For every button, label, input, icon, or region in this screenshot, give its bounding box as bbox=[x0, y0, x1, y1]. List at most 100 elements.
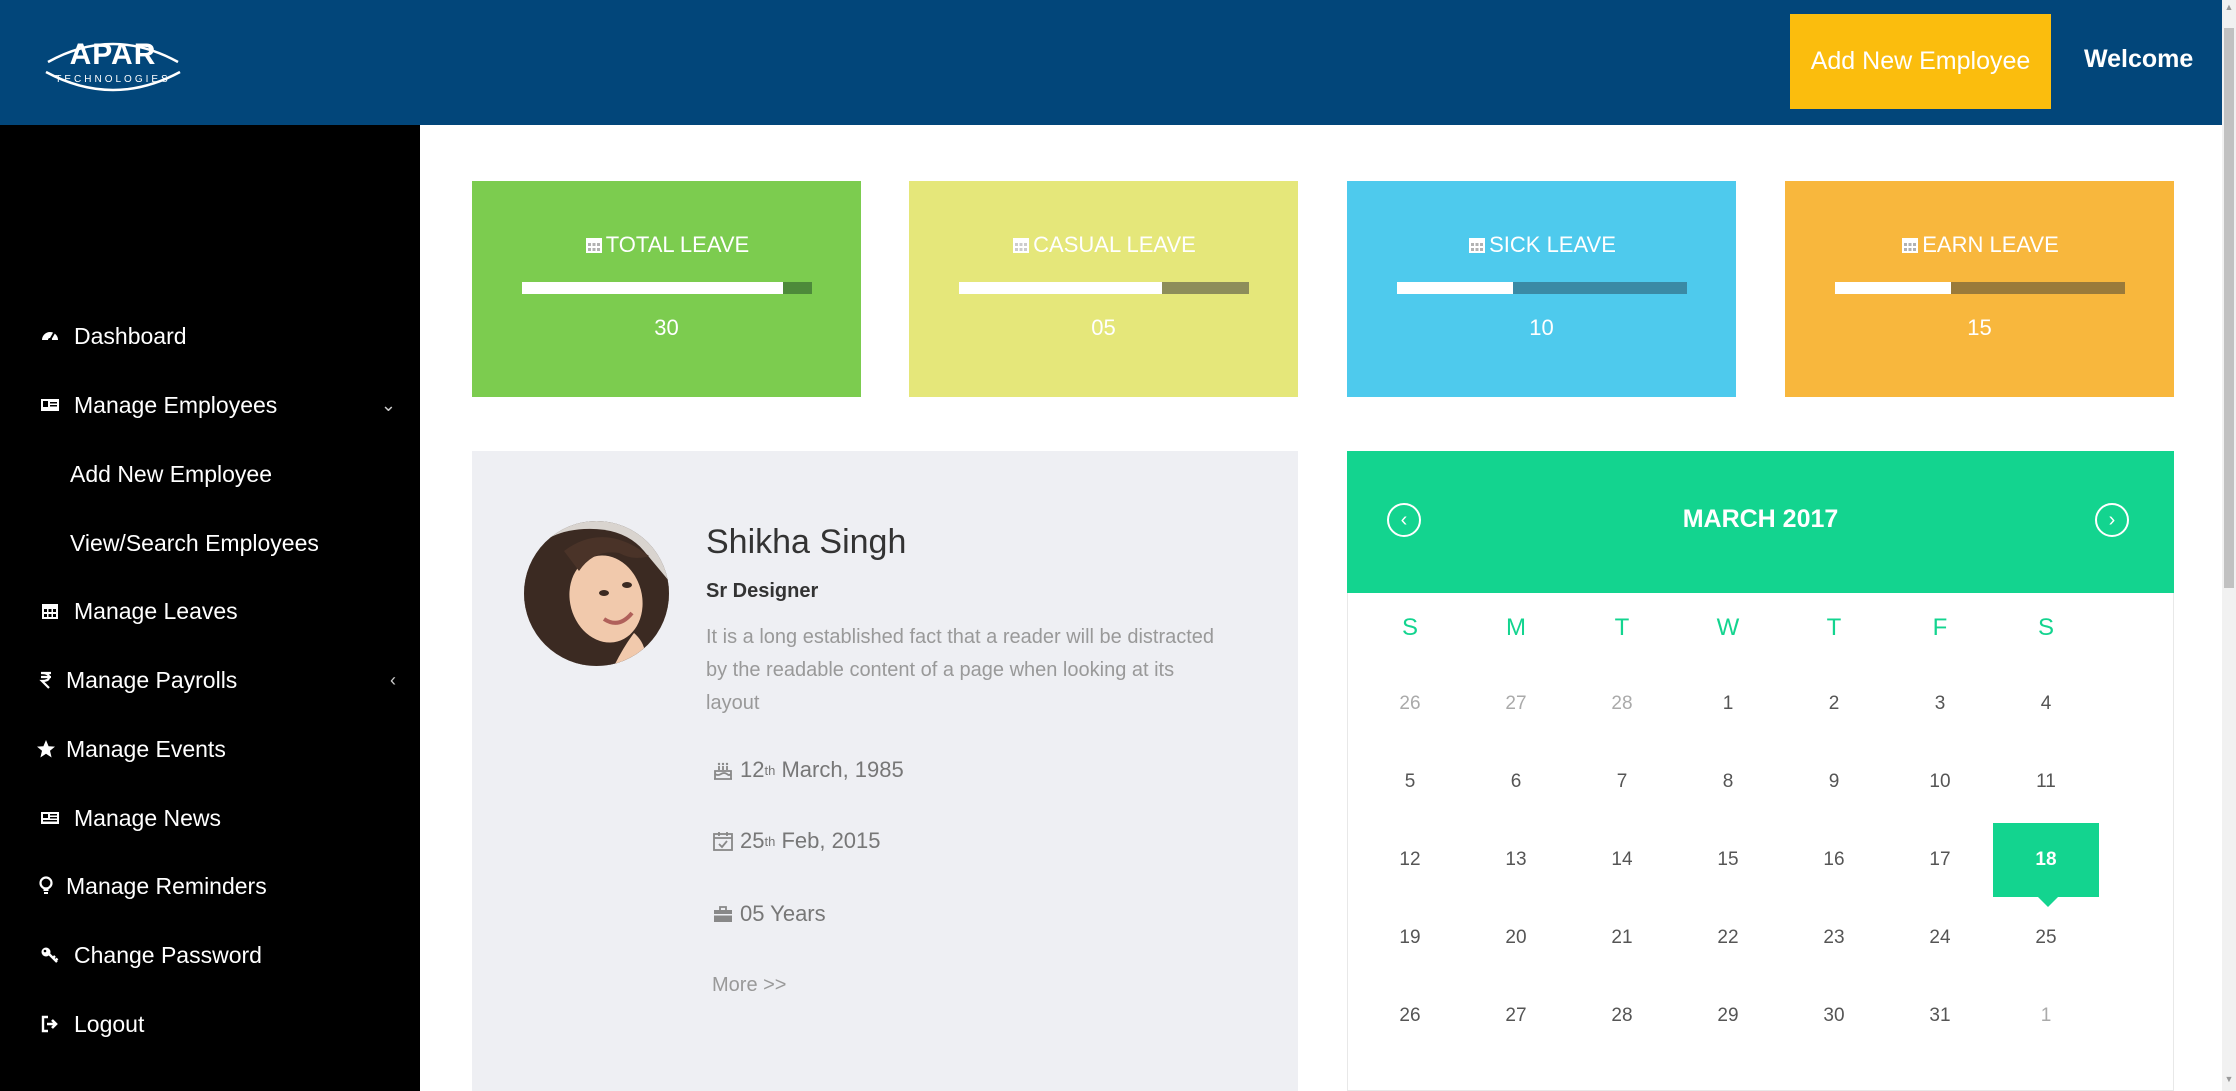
calendar-day[interactable]: 7 bbox=[1569, 745, 1675, 819]
dob-day: 12 bbox=[740, 757, 765, 782]
add-new-employee-button[interactable]: Add New Employee bbox=[1790, 14, 2051, 109]
calendar-day[interactable]: 8 bbox=[1675, 745, 1781, 819]
calendar-widget: ‹ MARCH 2017 › S M T W T F S 26 27 28 1 2 3 4 5 6 7 8 9 10 1… bbox=[1347, 451, 2174, 1091]
calendar-day[interactable]: 29 bbox=[1675, 979, 1781, 1053]
logo-sub-text: TECHNOLOGIES bbox=[55, 74, 171, 85]
chevron-right-icon: › bbox=[2108, 508, 2116, 531]
progress-bar-fill bbox=[522, 282, 783, 294]
calendar-day[interactable]: 13 bbox=[1463, 823, 1569, 897]
calendar-icon bbox=[1469, 238, 1486, 253]
profile-panel: Shikha Singh Sr Designer It is a long es… bbox=[472, 451, 1298, 1091]
calendar-day[interactable]: 26 bbox=[1357, 979, 1463, 1053]
weekday-header: M bbox=[1506, 614, 1526, 641]
scroll-up-arrow-icon[interactable]: ▲ bbox=[2222, 2, 2236, 16]
progress-bar bbox=[1835, 282, 2125, 294]
more-link[interactable]: More >> bbox=[712, 974, 786, 997]
sidebar-item-manage-employees[interactable]: Manage Employees ⌄ bbox=[0, 375, 420, 435]
scroll-down-arrow-icon[interactable]: ▼ bbox=[2222, 1074, 2236, 1088]
calendar-day[interactable]: 28 bbox=[1569, 667, 1675, 741]
calendar-day[interactable]: 3 bbox=[1887, 667, 1993, 741]
card-title: TOTAL LEAVE bbox=[472, 232, 861, 258]
bulb-icon bbox=[34, 876, 58, 896]
calendar-day[interactable]: 21 bbox=[1569, 901, 1675, 975]
progress-bar bbox=[522, 282, 812, 294]
join-suffix: th bbox=[764, 833, 776, 849]
calendar-next-button[interactable]: › bbox=[2095, 503, 2129, 537]
calendar-day[interactable]: 10 bbox=[1887, 745, 1993, 819]
welcome-text[interactable]: Welcome bbox=[2084, 45, 2193, 74]
calendar-day-selected[interactable]: 18 bbox=[1993, 823, 2099, 907]
card-title-text: EARN LEAVE bbox=[1922, 232, 2059, 257]
calendar-day[interactable]: 5 bbox=[1357, 745, 1463, 819]
chevron-down-icon: ⌄ bbox=[380, 394, 396, 415]
progress-bar bbox=[959, 282, 1249, 294]
sidebar-item-change-password[interactable]: Change Password bbox=[0, 925, 420, 985]
company-logo[interactable]: APAR TECHNOLOGIES bbox=[38, 32, 188, 96]
card-value: 30 bbox=[654, 315, 679, 340]
calendar-day[interactable]: 19 bbox=[1357, 901, 1463, 975]
calendar-day[interactable]: 24 bbox=[1887, 901, 1993, 975]
sidebar-item-logout[interactable]: Logout bbox=[0, 994, 420, 1054]
card-title: CASUAL LEAVE bbox=[909, 232, 1298, 258]
progress-bar bbox=[1397, 282, 1687, 294]
logout-icon bbox=[38, 1014, 62, 1034]
calendar-check-icon bbox=[713, 832, 733, 851]
calendar-day[interactable]: 25 bbox=[1993, 901, 2099, 975]
calendar-day[interactable]: 16 bbox=[1781, 823, 1887, 897]
sidebar-subitem-view-search-employees[interactable]: View/Search Employees bbox=[0, 513, 420, 573]
calendar-day[interactable]: 27 bbox=[1463, 979, 1569, 1053]
sidebar-item-label: Manage Employees bbox=[74, 391, 278, 418]
sidebar-item-manage-payrolls[interactable]: Manage Payrolls ‹ bbox=[0, 650, 420, 710]
stat-card-total-leave[interactable]: TOTAL LEAVE 30 bbox=[472, 181, 861, 397]
sidebar-item-manage-reminders[interactable]: Manage Reminders bbox=[0, 856, 420, 916]
calendar-day[interactable]: 4 bbox=[1993, 667, 2099, 741]
sidebar-item-manage-events[interactable]: Manage Events bbox=[0, 719, 420, 779]
briefcase-icon bbox=[714, 906, 732, 922]
scroll-thumb[interactable] bbox=[2224, 28, 2234, 588]
calendar-day[interactable]: 20 bbox=[1463, 901, 1569, 975]
sidebar-item-label: Dashboard bbox=[74, 322, 187, 349]
calendar-day[interactable]: 15 bbox=[1675, 823, 1781, 897]
calendar-day[interactable]: 1 bbox=[1675, 667, 1781, 741]
calendar-day[interactable]: 2 bbox=[1781, 667, 1887, 741]
dashboard-icon bbox=[38, 326, 62, 346]
calendar-day[interactable]: 31 bbox=[1887, 979, 1993, 1053]
calendar-day[interactable]: 28 bbox=[1569, 979, 1675, 1053]
calendar-day[interactable]: 27 bbox=[1463, 667, 1569, 741]
stat-card-casual-leave[interactable]: CASUAL LEAVE 05 bbox=[909, 181, 1298, 397]
card-value: 10 bbox=[1529, 315, 1554, 340]
sidebar-item-label: Change Password bbox=[74, 941, 262, 968]
avatar[interactable] bbox=[524, 521, 669, 666]
sidebar-item-manage-news[interactable]: Manage News bbox=[0, 788, 420, 848]
calendar-day[interactable]: 14 bbox=[1569, 823, 1675, 897]
calendar-day[interactable]: 11 bbox=[1993, 745, 2099, 819]
calendar-day[interactable]: 6 bbox=[1463, 745, 1569, 819]
calendar-day[interactable]: 30 bbox=[1781, 979, 1887, 1053]
calendar-day[interactable]: 17 bbox=[1887, 823, 1993, 897]
top-header: APAR TECHNOLOGIES Add New Employee Welco… bbox=[0, 0, 2222, 125]
sidebar-item-manage-leaves[interactable]: Manage Leaves bbox=[0, 581, 420, 641]
calendar-day[interactable]: 22 bbox=[1675, 901, 1781, 975]
calendar-icon bbox=[1902, 238, 1919, 253]
weekday-header: T bbox=[1614, 614, 1630, 641]
sidebar-subitem-add-new-employee[interactable]: Add New Employee bbox=[0, 444, 420, 504]
vertical-scrollbar[interactable]: ▲ ▼ bbox=[2222, 0, 2236, 1091]
employee-name: Shikha Singh bbox=[706, 523, 907, 561]
experience-text: 05 Years bbox=[740, 901, 826, 926]
rupee-icon bbox=[34, 670, 58, 690]
card-title-text: TOTAL LEAVE bbox=[605, 232, 750, 257]
calendar-day[interactable]: 26 bbox=[1357, 667, 1463, 741]
calendar-day[interactable]: 12 bbox=[1357, 823, 1463, 897]
logo-main-text: APAR bbox=[69, 38, 157, 71]
experience: 05 Years bbox=[712, 901, 826, 927]
calendar-day[interactable]: 23 bbox=[1781, 901, 1887, 975]
calendar-day[interactable]: 9 bbox=[1781, 745, 1887, 819]
stat-card-earn-leave[interactable]: EARN LEAVE 15 bbox=[1785, 181, 2174, 397]
joining-date: 25th Feb, 2015 bbox=[712, 828, 881, 854]
calendar-day[interactable]: 1 bbox=[1993, 979, 2099, 1053]
stat-card-sick-leave[interactable]: SICK LEAVE 10 bbox=[1347, 181, 1736, 397]
join-day: 25 bbox=[740, 828, 765, 853]
sidebar-item-label: Manage News bbox=[74, 804, 222, 831]
sidebar-item-dashboard[interactable]: Dashboard bbox=[0, 306, 420, 366]
birth-date: 12th March, 1985 bbox=[712, 757, 904, 783]
